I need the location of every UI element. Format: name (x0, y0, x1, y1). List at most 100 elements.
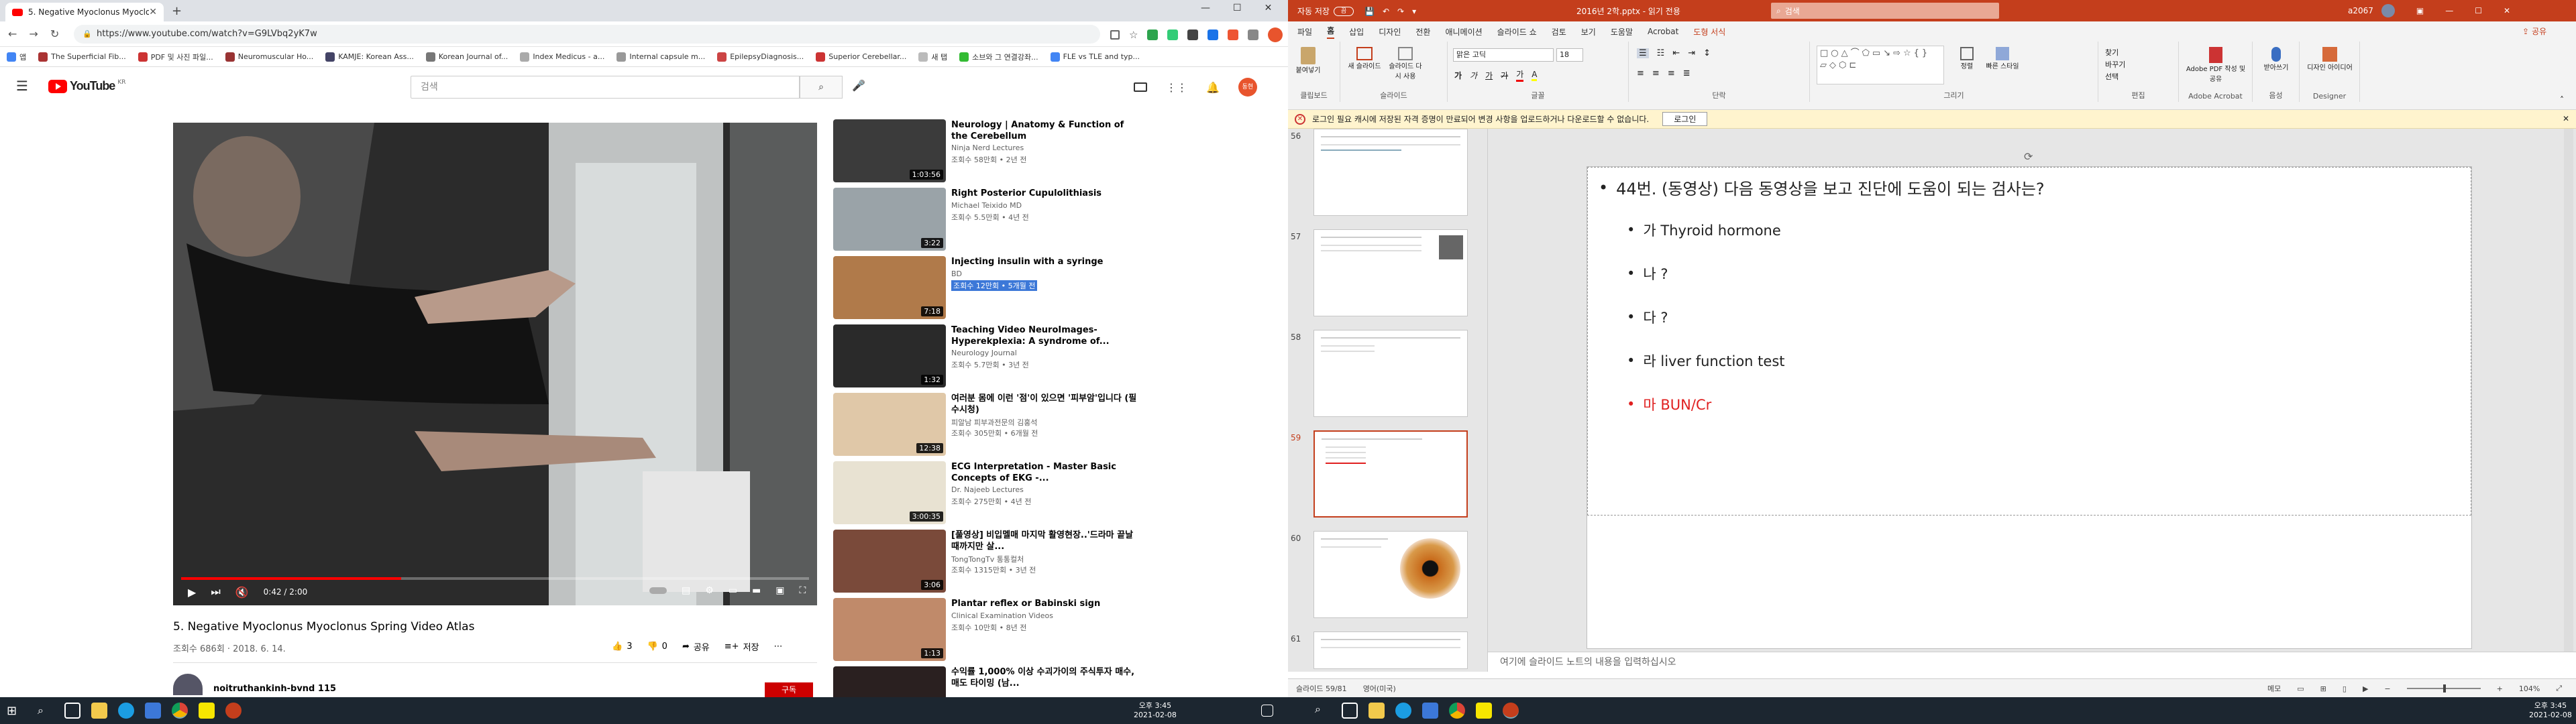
channel-avatar[interactable] (173, 674, 203, 695)
reuse-slides-button[interactable]: 슬라이드 다시 사용 (1387, 47, 1424, 80)
video-player[interactable]: ▶ ⏭ 🔇 0:42 / 2:00 ▤ ⚙ ▭ ▬ ▣ ⛶ (173, 123, 817, 605)
justify-icon[interactable]: ≣ (1683, 68, 1690, 78)
select-button[interactable]: 선택 (2105, 71, 2125, 83)
youtube-search-input[interactable]: 검색 (411, 76, 800, 99)
tab-acrobat[interactable]: Acrobat (1648, 27, 1678, 36)
tab-view[interactable]: 보기 (1581, 26, 1596, 38)
mute-icon[interactable]: 🔇 (235, 586, 249, 599)
align-left-icon[interactable]: ≡ (1637, 68, 1644, 78)
recommendation-item[interactable]: 3:00:35 ECG Interpretation - Master Basi… (833, 461, 1142, 526)
save-icon[interactable]: 💾 (1364, 7, 1375, 16)
extension-icon[interactable] (1167, 29, 1179, 40)
search-button[interactable]: ⌕ (800, 76, 843, 99)
maximize-icon[interactable]: ☐ (2475, 6, 2482, 15)
store-icon[interactable] (145, 703, 161, 719)
tab-animations[interactable]: 애니메이션 (1445, 26, 1482, 38)
find-button[interactable]: 찾기 (2105, 47, 2125, 59)
reload-icon[interactable]: ↻ (50, 27, 59, 40)
redo-icon[interactable]: ↷ (1397, 7, 1404, 16)
channel-name[interactable]: noitruthankinh-bvnd 115 (213, 684, 336, 694)
cast-icon[interactable]: ▣ (775, 585, 784, 596)
notification-center-icon[interactable] (1261, 705, 1273, 717)
user-name[interactable]: a2067 (2348, 6, 2373, 15)
italic-icon[interactable]: 가 (1470, 70, 1477, 81)
bookmark-item[interactable]: Neuromuscular Ho... (225, 52, 313, 62)
slide-thumbnail-selected[interactable] (1313, 430, 1468, 518)
forward-icon[interactable]: → (29, 27, 38, 40)
extension-icon[interactable] (1208, 29, 1219, 40)
kakaotalk-icon[interactable] (1476, 703, 1492, 719)
task-view-icon[interactable] (64, 703, 80, 719)
bookmark-item[interactable]: FLE vs TLE and typ... (1050, 52, 1140, 62)
apps-grid-icon[interactable]: ⋮⋮ (1166, 81, 1187, 94)
vertical-scrollbar[interactable] (2564, 129, 2573, 652)
text-placeholder[interactable]: ⟳ • 44번. (동영상) 다음 동영상을 보고 진단에 도움이 되는 검사는… (1587, 150, 2471, 516)
font-size-select[interactable]: 18 (1556, 48, 1583, 62)
slide-thumbnail[interactable] (1313, 330, 1468, 417)
tab-insert[interactable]: 삽입 (1349, 26, 1364, 38)
tab-design[interactable]: 디자인 (1379, 26, 1401, 38)
normal-view-icon[interactable]: ▭ (2297, 684, 2304, 693)
search-icon[interactable]: ⌕ (38, 704, 44, 717)
back-icon[interactable]: ← (8, 27, 17, 40)
browser-tab[interactable]: 5. Negative Myoclonus Myoclo ✕ (5, 3, 164, 21)
recommendation-item[interactable]: 3:22 Right Posterior Cupulolithiasis Mic… (833, 188, 1142, 252)
microphone-icon[interactable]: 🎤 (852, 79, 865, 92)
fullscreen-icon[interactable]: ⛶ (800, 585, 806, 596)
minimize-icon[interactable]: — (1201, 3, 1210, 13)
notes-pane[interactable]: 여기에 슬라이드 노트의 내용을 입력하십시오 (1488, 652, 2576, 672)
reading-view-icon[interactable]: ▯ (2343, 684, 2347, 693)
extension-icon[interactable] (1147, 29, 1159, 40)
highlight-icon[interactable]: A (1532, 70, 1538, 81)
slideshow-view-icon[interactable]: ▶ (2363, 684, 2368, 693)
new-slide-button[interactable]: 새 슬라이드 (1346, 47, 1383, 70)
maximize-icon[interactable]: ☐ (1233, 3, 1242, 13)
settings-gear-icon[interactable]: ⚙ (705, 585, 714, 596)
bold-icon[interactable]: 가 (1454, 70, 1462, 81)
recommendation-item[interactable]: 7:18 Injecting insulin with a syringe BD… (833, 256, 1142, 320)
account-avatar[interactable]: 동현 (1238, 78, 1257, 97)
ppt-search-input[interactable]: ⌕ 검색 (1771, 3, 1999, 19)
store-icon[interactable] (1422, 703, 1438, 719)
play-icon[interactable]: ▶ (188, 586, 196, 599)
chrome-icon[interactable] (1449, 703, 1465, 719)
fit-window-icon[interactable]: ⤢ (2556, 684, 2562, 693)
more-actions-icon[interactable]: ⋯ (773, 642, 782, 652)
share-page-icon[interactable] (1110, 30, 1120, 40)
recommendation-item[interactable]: 수익률 1,000% 이상 수괴가이의 주식투자 매수, 매도 타이밍 (남..… (833, 666, 1142, 697)
dislike-button[interactable]: 👎 0 (647, 642, 667, 652)
edge-icon[interactable] (118, 703, 134, 719)
tab-shape-format[interactable]: 도형 서식 (1693, 26, 1725, 38)
recommendation-item[interactable]: 1:03:56 Neurology | Anatomy & Function o… (833, 119, 1142, 184)
task-view-icon[interactable] (1342, 703, 1358, 719)
autoplay-toggle[interactable] (649, 587, 667, 594)
font-color-icon[interactable]: 가 (1516, 68, 1524, 82)
subtitles-icon[interactable]: ▤ (682, 585, 690, 596)
close-window-icon[interactable]: ✕ (1265, 3, 1273, 13)
powerpoint-icon[interactable] (1503, 703, 1519, 719)
youtube-logo[interactable]: YouTube KR (48, 79, 125, 93)
design-ideas-button[interactable]: 디자인 아이디어 (2306, 47, 2353, 72)
bookmark-item[interactable]: 앱 (7, 52, 26, 62)
paste-button[interactable]: 붙여넣기 (1295, 47, 1322, 74)
dictate-button[interactable]: 받아쓰기 (2259, 47, 2293, 72)
tab-file[interactable]: 파일 (1297, 26, 1312, 38)
clock-time[interactable]: 오후 3:45 (2529, 701, 2572, 711)
clock-time[interactable]: 오후 3:45 (1134, 701, 1177, 711)
underline-icon[interactable]: 가 (1485, 70, 1493, 81)
rotate-handle-icon[interactable]: ⟳ (2024, 150, 2033, 163)
slide-thumbnail[interactable] (1313, 129, 1468, 216)
shapes-gallery[interactable]: □○△⌒⬠▭↘⇨☆{}▱◇⬡⊏ (1817, 46, 1944, 84)
tab-home[interactable]: 홈 (1327, 25, 1335, 39)
bookmark-item[interactable]: 새 탭 (918, 52, 947, 62)
zoom-out-icon[interactable]: − (2384, 684, 2390, 693)
bookmark-item[interactable]: KAMJE: Korean Ass... (325, 52, 414, 62)
slide-canvas[interactable]: ⟳ • 44번. (동영상) 다음 동영상을 보고 진단에 도움이 되는 검사는… (1587, 150, 2472, 649)
notifications-bell-icon[interactable]: 🔔 (1206, 81, 1220, 94)
tab-transitions[interactable]: 전환 (1415, 26, 1430, 38)
extension-icon[interactable] (1228, 29, 1239, 40)
bookmark-item[interactable]: Superior Cerebellar... (816, 52, 906, 62)
zoom-slider[interactable] (2406, 684, 2481, 692)
tab-close-icon[interactable]: ✕ (149, 7, 157, 17)
clock-date[interactable]: 2021-02-08 (2529, 711, 2572, 720)
